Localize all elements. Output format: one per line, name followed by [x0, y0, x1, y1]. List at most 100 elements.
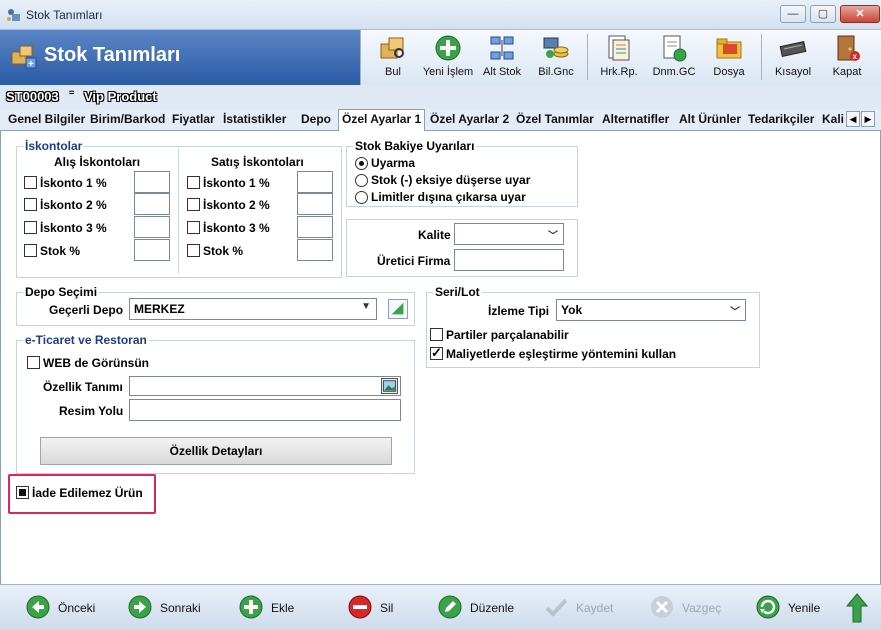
onceki-button[interactable]: Önceki — [26, 595, 106, 621]
ozellik-detaylari-button[interactable]: Özellik Detayları — [40, 437, 392, 465]
toolbar-label: Dosya — [713, 66, 745, 78]
tab-kalite[interactable]: Kali — [822, 112, 844, 130]
tab-fiyatlar[interactable]: Fiyatlar — [172, 112, 215, 130]
tab-alt-urunler[interactable]: Alt Ürünler — [679, 112, 741, 130]
tab-genel-bilgiler[interactable]: Genel Bilgiler — [8, 112, 85, 130]
alis-iskonto-1-input[interactable] — [134, 171, 170, 193]
chevron-down-icon: ﹀ — [730, 307, 740, 318]
satis-iskonto-3-input[interactable] — [297, 216, 333, 238]
izleme-tipi-select[interactable]: Yok ﹀ — [556, 299, 746, 321]
satis-iskonto-3-checkbox[interactable] — [187, 221, 200, 234]
tab-scroll-left[interactable]: ◀ — [846, 111, 860, 127]
alis-iskonto-3-input[interactable] — [134, 216, 170, 238]
toolbar-dnm-gc-button[interactable]: Dnm.GC — [649, 30, 699, 85]
satis-iskonto-1-input[interactable] — [297, 171, 333, 193]
svg-text:+: + — [28, 59, 34, 70]
maximize-button[interactable]: ▢ — [810, 5, 836, 23]
toolbar-kisayol-button[interactable]: Kısayol — [769, 30, 817, 85]
uyarma-radio[interactable] — [355, 157, 368, 170]
satis-iskonto-3-label: İskonto 3 % — [203, 221, 270, 235]
check-icon — [545, 598, 568, 617]
tab-birim-barkod[interactable]: Birim/Barkod — [90, 112, 165, 130]
tab-alternatifler[interactable]: Alternatifler — [602, 112, 669, 130]
arrow-right-icon — [128, 595, 152, 619]
maliyet-checkbox[interactable] — [430, 345, 443, 361]
izleme-tipi-label: İzleme Tipi — [488, 304, 550, 318]
satis-iskonto-1-checkbox[interactable] — [187, 176, 200, 189]
uretici-input[interactable] — [454, 249, 564, 271]
toolbar-label: Bil.Gnc — [538, 66, 574, 78]
eticaret-title: e-Ticaret ve Restoran — [23, 333, 149, 347]
alis-stok-checkbox[interactable] — [24, 244, 37, 257]
yenile-button[interactable]: Yenile — [756, 595, 826, 621]
alis-iskonto-1-checkbox[interactable] — [24, 176, 37, 189]
depo-select[interactable]: MERKEZ ▼ — [129, 298, 377, 320]
tab-istatistikler[interactable]: İstatistikler — [223, 112, 286, 130]
tab-tedarikciler[interactable]: Tedarikçiler — [748, 112, 814, 130]
kalite-select[interactable]: ﹀ — [454, 223, 564, 245]
limit-uyar-radio[interactable] — [355, 191, 368, 204]
seri-lot-title: Seri/Lot — [433, 285, 482, 299]
scroll-top-button[interactable] — [845, 593, 869, 623]
sil-button[interactable]: Sil — [348, 595, 408, 621]
web-gorunsun-checkbox[interactable] — [27, 356, 40, 369]
alis-iskonto-2-checkbox[interactable] — [24, 198, 37, 211]
search-box-icon — [380, 37, 404, 59]
depo-value: MERKEZ — [134, 302, 185, 316]
tab-ozel-ayarlar-1[interactable]: Özel Ayarlar 1 — [338, 109, 426, 131]
kaydet-button[interactable]: Kaydet — [544, 595, 624, 621]
picture-icon — [382, 380, 397, 392]
resim-yolu-label: Resim Yolu — [59, 404, 124, 418]
toolbar-kapat-button[interactable]: x Kapat — [825, 30, 869, 85]
depo-lookup-button[interactable] — [388, 299, 408, 319]
satis-iskonto-2-checkbox[interactable] — [187, 198, 200, 211]
toolbar-hrk-rp-button[interactable]: Hrk.Rp. — [595, 30, 643, 85]
tab-scroll-right[interactable]: ▶ — [861, 111, 875, 127]
maliyet-label: Maliyetlerde eşleştirme yöntemini kullan — [446, 347, 677, 361]
limit-uyar-label: Limitler dışına çıkarsa uyar — [371, 190, 526, 204]
partiler-checkbox[interactable] — [430, 328, 443, 341]
ozellik-tanimi-input[interactable] — [129, 376, 401, 396]
close-button[interactable]: ✕ — [840, 5, 880, 23]
alis-iskonto-2-input[interactable] — [134, 193, 170, 215]
satis-iskonto-1-label: İskonto 1 % — [203, 176, 270, 190]
bottom-action-bar: Önceki Sonraki Ekle Sil Düzenle Kaydet V… — [0, 584, 881, 630]
toolbar-alt-stok-button[interactable]: Alt Stok — [481, 30, 523, 85]
alis-stok-input[interactable] — [134, 239, 170, 261]
satis-stok-input[interactable] — [297, 239, 333, 261]
alis-iskonto-3-checkbox[interactable] — [24, 221, 37, 234]
tab-depo[interactable]: Depo — [301, 112, 331, 130]
alis-iskonto-3-label: İskonto 3 % — [40, 221, 107, 235]
minus-icon — [348, 595, 372, 619]
resim-yolu-input[interactable] — [129, 399, 401, 421]
uyarma-label: Uyarma — [371, 156, 416, 170]
close-icon: ✕ — [855, 8, 865, 20]
satis-stok-checkbox[interactable] — [187, 244, 200, 257]
app-icon — [7, 9, 20, 21]
tab-ozel-tanimlar[interactable]: Özel Tanımlar — [516, 112, 594, 130]
record-info-bar: ST00003 - Vip Product — [0, 85, 881, 109]
sonraki-button[interactable]: Sonraki — [128, 595, 208, 621]
duzenle-button[interactable]: Düzenle — [438, 595, 518, 621]
svg-text:x: x — [853, 52, 858, 61]
toolbar-bil-gnc-button[interactable]: Bil.Gnc — [535, 30, 577, 85]
toolbar-label: Hrk.Rp. — [600, 66, 638, 78]
toolbar-dosya-button[interactable]: Dosya — [707, 30, 751, 85]
vazgec-button[interactable]: Vazgeç — [650, 595, 730, 621]
depo-title: Depo Seçimi — [23, 285, 100, 299]
eksi-uyar-radio[interactable] — [355, 174, 368, 187]
minimize-button[interactable]: — — [780, 5, 806, 23]
network-icon — [490, 36, 514, 60]
sil-label: Sil — [380, 601, 394, 615]
window-titlebar: Stok Tanımları — ▢ ✕ — [0, 0, 881, 30]
toolbar-yeni-islem-button[interactable]: Yeni İşlem — [419, 30, 477, 85]
iade-edilemez-checkbox[interactable] — [16, 486, 29, 499]
satis-iskontolari-title: Satış İskontoları — [211, 155, 304, 169]
tab-ozel-ayarlar-2[interactable]: Özel Ayarlar 2 — [430, 112, 509, 130]
alis-iskontolari-title: Alış İskontoları — [54, 155, 141, 169]
ekle-button[interactable]: Ekle — [239, 595, 309, 621]
toolbar-bul-button[interactable]: Bul — [371, 30, 415, 85]
satis-iskonto-2-input[interactable] — [297, 193, 333, 215]
toolbar: Bul Yeni İşlem Alt Stok Bil.Gnc Hrk.Rp. … — [360, 30, 881, 85]
image-picker-button[interactable] — [381, 378, 398, 394]
